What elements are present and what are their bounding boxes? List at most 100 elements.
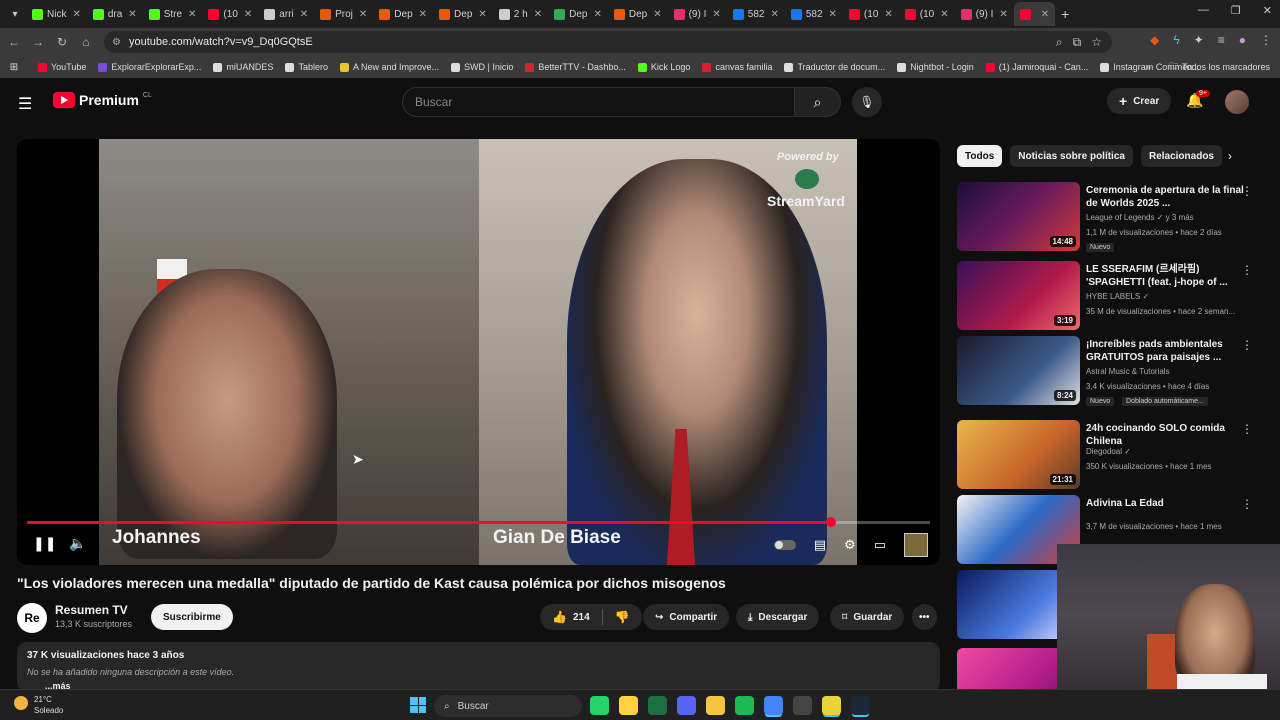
theater-mode-icon[interactable]: ▭ xyxy=(874,537,886,553)
zoom-icon[interactable]: ⌕ xyxy=(1056,35,1063,50)
menu-icon[interactable]: ☰ xyxy=(18,94,32,114)
like-button[interactable]: 👍 214 👎 xyxy=(540,604,642,630)
weather-widget[interactable]: 21°C Soleado xyxy=(14,694,63,716)
steam-app-icon[interactable] xyxy=(851,696,870,715)
bookmark-item[interactable]: Tablero xyxy=(285,62,328,72)
forward-icon[interactable]: → xyxy=(26,35,50,49)
bookmark-star-icon[interactable]: ☆ xyxy=(1091,35,1102,50)
video-thumbnail[interactable]: 21:31 xyxy=(957,420,1080,489)
reload-icon[interactable]: ↻ xyxy=(50,35,74,49)
video-player[interactable]: Powered by StreamYard Johannes Gian De B… xyxy=(17,139,940,565)
tab-search-icon[interactable]: ▾ xyxy=(4,3,26,25)
profile-icon[interactable]: ● xyxy=(1239,33,1246,47)
save-button[interactable]: ⌑ Guardar xyxy=(830,604,905,630)
tab-close-icon[interactable]: ✕ xyxy=(478,9,486,20)
channel-watermark[interactable] xyxy=(904,533,928,557)
browser-tab[interactable]: 582 ✕ xyxy=(727,2,785,26)
tab-close-icon[interactable]: ✕ xyxy=(829,9,837,20)
sticky-app-icon[interactable] xyxy=(822,696,841,715)
rec-channel[interactable]: Astral Music & Tutorials xyxy=(1086,367,1170,376)
media-icon[interactable]: ≡ xyxy=(1218,33,1225,47)
maximize-icon[interactable]: ❐ xyxy=(1231,4,1241,17)
video-thumbnail[interactable]: 3:19 xyxy=(957,261,1080,330)
browser-tab[interactable]: (9) I ✕ xyxy=(668,2,727,26)
bookmark-item[interactable]: A New and Improve... xyxy=(339,62,439,72)
tab-close-icon[interactable]: ✕ xyxy=(1041,9,1049,20)
taskbar-search-input[interactable]: ⌕ Buscar xyxy=(434,695,582,717)
browser-tab[interactable]: ✕ xyxy=(1013,2,1056,26)
browser-tab[interactable]: Stre ✕ xyxy=(143,2,203,26)
spotify-app-icon[interactable] xyxy=(735,696,754,715)
tab-close-icon[interactable]: ✕ xyxy=(72,9,80,20)
install-icon[interactable]: ⧉ xyxy=(1073,35,1082,50)
subtitles-icon[interactable]: ▤ xyxy=(814,537,826,553)
rec-more-icon[interactable]: ⋮ xyxy=(1241,263,1253,277)
volume-icon[interactable]: 🔈 xyxy=(69,535,86,552)
rec-title[interactable]: Adivina La Edad xyxy=(1086,497,1246,510)
subscribe-button[interactable]: Suscribirme xyxy=(151,604,233,630)
browser-tab[interactable]: (10 ✕ xyxy=(899,2,955,26)
youtube-logo[interactable]: Premium CL xyxy=(53,92,152,108)
rec-title[interactable]: LE SSERAFIM (르세라핌) 'SPAGHETTI (feat. j-h… xyxy=(1086,263,1246,289)
recommendation-item[interactable]: 3:19 LE SSERAFIM (르세라핌) 'SPAGHETTI (feat.… xyxy=(957,261,1267,331)
tab-close-icon[interactable]: ✕ xyxy=(188,9,196,20)
tab-close-icon[interactable]: ✕ xyxy=(419,9,427,20)
browser-menu-icon[interactable]: ⋮ xyxy=(1260,33,1272,47)
browser-tab[interactable]: Dep ✕ xyxy=(608,2,668,26)
bookmark-item[interactable]: Nightbot - Login xyxy=(897,62,974,72)
progress-knob[interactable] xyxy=(825,517,836,527)
url-input[interactable]: ⚙ youtube.com/watch?v=v9_Dq0GQtsE ⌕ ⧉ ☆ xyxy=(104,31,1112,53)
new-tab-button[interactable]: + xyxy=(1061,6,1069,22)
extension-icon[interactable]: ϟ xyxy=(1173,33,1179,47)
discord-app-icon[interactable] xyxy=(677,696,696,715)
tab-close-icon[interactable]: ✕ xyxy=(653,9,661,20)
browser-tab[interactable]: (9) I ✕ xyxy=(955,2,1014,26)
browser-tab[interactable]: 582 ✕ xyxy=(785,2,843,26)
video-thumbnail[interactable]: 14:48 xyxy=(957,182,1080,251)
settings-gear-icon[interactable]: ⚙ xyxy=(844,537,856,553)
obs-app-icon[interactable] xyxy=(793,696,812,715)
browser-tab[interactable]: (10 ✕ xyxy=(843,2,899,26)
browser-tab[interactable]: Dep ✕ xyxy=(373,2,433,26)
rec-channel[interactable]: League of Legends ✓ y 3 más xyxy=(1086,213,1194,222)
bookmark-item[interactable]: canvas familia xyxy=(702,62,772,72)
progress-bar[interactable] xyxy=(27,517,930,527)
recommendation-item[interactable]: 8:24 ¡Increíbles pads ambientales GRATUIT… xyxy=(957,336,1267,406)
chip-politics-news[interactable]: Noticias sobre política xyxy=(1010,145,1133,167)
browser-tab[interactable]: Nick ✕ xyxy=(26,2,87,26)
apps-grid-icon[interactable]: ⊞ xyxy=(0,62,28,73)
chevron-more-icon[interactable]: » xyxy=(1146,62,1151,72)
bookmark-item[interactable]: SWD | Inicio xyxy=(451,62,513,72)
bookmark-item[interactable]: Kick Logo xyxy=(637,62,690,72)
windows-start-icon[interactable] xyxy=(410,697,426,713)
home-icon[interactable]: ⌂ xyxy=(74,35,98,49)
back-icon[interactable]: ← xyxy=(2,35,26,49)
chip-related[interactable]: Relacionados xyxy=(1140,145,1222,167)
download-button[interactable]: ⤓ Descargar xyxy=(736,604,820,630)
browser-tab[interactable]: (10 ✕ xyxy=(202,2,258,26)
thumbs-down-icon[interactable]: 👎 xyxy=(615,610,630,624)
channel-avatar[interactable]: Re xyxy=(17,603,47,633)
explorer-app-icon[interactable] xyxy=(706,696,725,715)
browser-tab[interactable]: dra ✕ xyxy=(87,2,143,26)
voice-search-button[interactable]: 🎙 xyxy=(852,87,882,117)
create-button[interactable]: + Crear xyxy=(1107,88,1172,114)
extensions-puzzle-icon[interactable]: ✦ xyxy=(1194,33,1204,47)
rec-more-icon[interactable]: ⋮ xyxy=(1241,338,1253,352)
account-avatar[interactable] xyxy=(1225,90,1249,114)
tab-close-icon[interactable]: ✕ xyxy=(884,9,892,20)
video-thumbnail[interactable]: 8:24 xyxy=(957,336,1080,405)
rec-more-icon[interactable]: ⋮ xyxy=(1241,422,1253,436)
rec-title[interactable]: Ceremonia de apertura de la final de Wor… xyxy=(1086,184,1246,210)
recommendation-item[interactable]: 21:31 24h cocinando SOLO comida Chilena Di… xyxy=(957,420,1267,490)
tab-close-icon[interactable]: ✕ xyxy=(593,9,601,20)
bookmark-item[interactable]: YouTube xyxy=(38,62,86,72)
tab-close-icon[interactable]: ✕ xyxy=(940,9,948,20)
chips-next-chevron-icon[interactable]: › xyxy=(1228,149,1232,163)
close-window-icon[interactable]: ✕ xyxy=(1263,4,1272,17)
bookmark-item[interactable]: miUANDES xyxy=(213,62,273,72)
site-info-icon[interactable]: ⚙ xyxy=(112,37,121,48)
all-bookmarks[interactable]: » 🗀 Todos los marcadores xyxy=(1146,59,1270,75)
tab-close-icon[interactable]: ✕ xyxy=(999,9,1007,20)
extension-icon[interactable]: ◆ xyxy=(1150,33,1159,47)
